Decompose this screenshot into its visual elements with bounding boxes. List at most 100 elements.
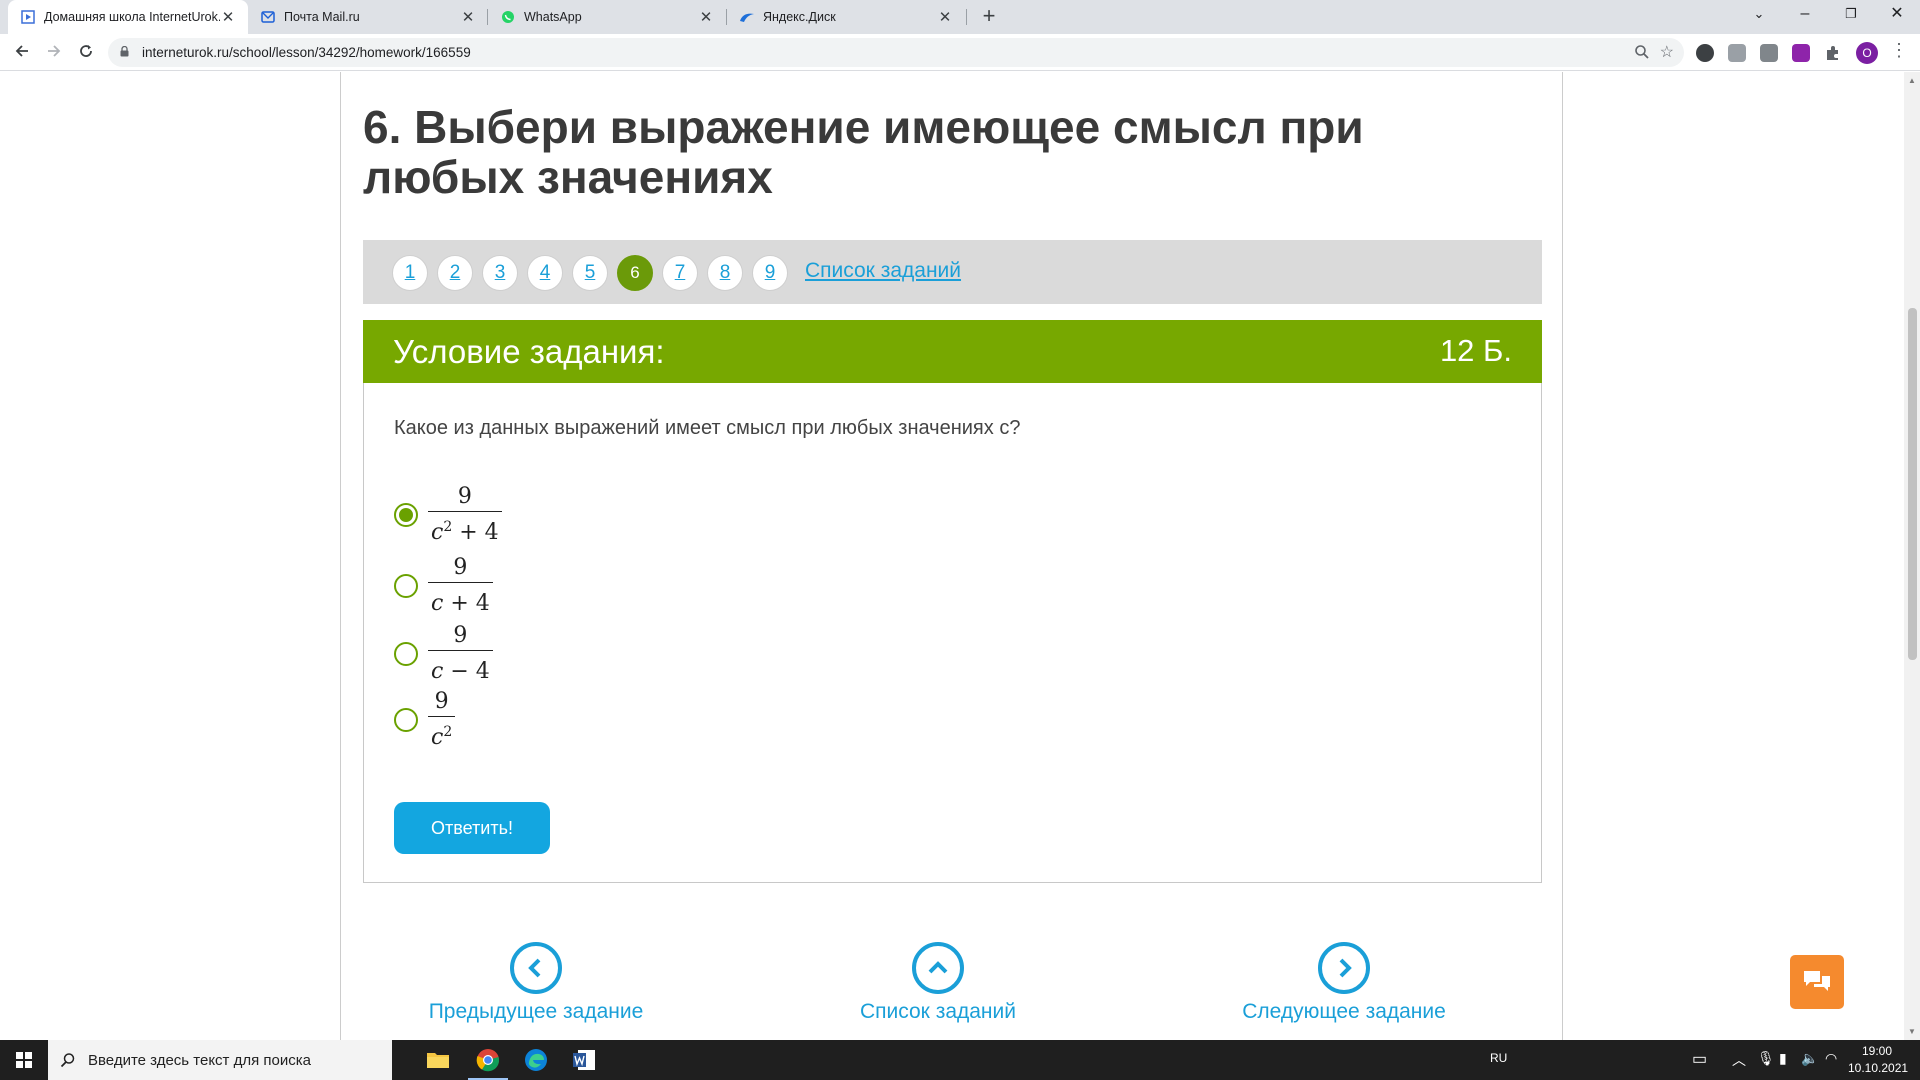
chrome-app[interactable] (464, 1040, 512, 1080)
scroll-down-arrow-icon[interactable]: ▼ (1908, 1027, 1916, 1036)
extension-vpn-icon[interactable] (1792, 44, 1810, 62)
pager-item[interactable]: 9 (752, 255, 788, 291)
close-window-button[interactable]: ✕ (1874, 0, 1920, 30)
arrow-right-icon (48, 45, 61, 57)
radio-button[interactable] (394, 708, 418, 732)
browser-tab-bar: Домашняя школа InternetUrok.ru ✕ Почта M… (0, 0, 1920, 34)
file-explorer-app[interactable] (414, 1040, 462, 1080)
chevron-up-icon (912, 942, 964, 994)
clock-date[interactable]: 10.10.2021 (1848, 1061, 1908, 1075)
pager-item[interactable]: 1 (392, 255, 428, 291)
forward-button[interactable] (40, 39, 68, 67)
keyboard-language[interactable]: RU (1490, 1051, 1507, 1065)
tab-separator (966, 9, 967, 25)
interneturok-favicon-icon (20, 9, 36, 25)
chevron-left-icon (510, 942, 562, 994)
answer-option[interactable]: 9 c − 4 (394, 623, 493, 685)
show-hidden-icons-icon[interactable]: ︿ (1732, 1050, 1746, 1070)
clock-time[interactable]: 19:00 (1862, 1044, 1892, 1058)
search-icon (60, 1053, 75, 1068)
yandex-disk-favicon-icon (739, 9, 755, 25)
pager-item[interactable]: 8 (707, 255, 743, 291)
tab-title: Яндекс.Диск (763, 10, 836, 24)
word-app[interactable] (560, 1040, 608, 1080)
edge-app[interactable] (512, 1040, 560, 1080)
tab-yandex-disk[interactable]: Яндекс.Диск ✕ (727, 0, 965, 34)
lock-icon (120, 46, 129, 57)
microphone-icon[interactable]: 🎙 (1757, 1050, 1775, 1067)
restore-button[interactable]: ❐ (1828, 0, 1874, 30)
pager-item[interactable]: 3 (482, 255, 518, 291)
page-title: 6. Выбери выражение имеющее смысл при лю… (363, 101, 1364, 203)
back-button[interactable] (8, 39, 36, 67)
close-icon[interactable]: ✕ (220, 8, 236, 26)
task-list-link[interactable]: Список заданий (805, 259, 961, 283)
battery-icon[interactable]: ▮ (1779, 1050, 1787, 1067)
extension-shield-icon[interactable] (1696, 44, 1714, 62)
taskbar-search-placeholder: Введите здесь текст для поиска (88, 1051, 311, 1069)
volume-icon[interactable]: 🔈 (1801, 1050, 1818, 1067)
fraction: 9 c + 4 (428, 555, 493, 617)
fraction: 9 c2 (428, 689, 456, 751)
arrow-left-icon (15, 45, 28, 57)
question-text: Какое из данных выражений имеет смысл пр… (394, 417, 1021, 439)
tab-mail[interactable]: Почта Mail.ru ✕ (248, 0, 488, 34)
lesson-panel: 6. Выбери выражение имеющее смысл при лю… (340, 72, 1563, 1040)
zoom-icon[interactable] (1634, 44, 1650, 60)
minimize-button[interactable]: – (1782, 0, 1828, 30)
radio-button[interactable] (394, 574, 418, 598)
extensions-puzzle-icon[interactable] (1824, 44, 1842, 62)
mail-favicon-icon (260, 9, 276, 25)
pager-item-current[interactable]: 6 (617, 255, 653, 291)
browser-menu-icon[interactable]: ⋮ (1890, 40, 1908, 61)
scroll-up-arrow-icon[interactable]: ▲ (1908, 76, 1916, 85)
task-points: 12 Б. (1439, 333, 1512, 368)
extension-screenshot-icon[interactable] (1760, 44, 1778, 62)
start-button[interactable] (0, 1040, 48, 1080)
task-condition-box: Условие задания: 12 Б. Какое из данных в… (363, 320, 1542, 883)
pager-item[interactable]: 7 (662, 255, 698, 291)
taskbar-search[interactable]: Введите здесь текст для поиска (48, 1040, 392, 1080)
prev-task-label: Предыдущее задание (428, 1000, 644, 1023)
pager-item[interactable]: 2 (437, 255, 473, 291)
prev-task-link[interactable]: Предыдущее задание (411, 942, 661, 1024)
input-indicator-icon[interactable]: ▭ (1692, 1049, 1707, 1069)
close-icon[interactable]: ✕ (460, 8, 476, 26)
task-list-bottom-link[interactable]: Список заданий (813, 942, 1063, 1024)
tab-search-chevron-icon[interactable]: ⌄ (1736, 0, 1782, 30)
windows-logo-icon (16, 1052, 32, 1068)
task-header-label: Условие задания: (393, 333, 665, 370)
chat-button[interactable] (1790, 955, 1844, 1009)
url-text: interneturok.ru/school/lesson/34292/home… (142, 45, 471, 60)
next-task-link[interactable]: Следующее задание (1219, 942, 1469, 1024)
reload-icon (80, 45, 92, 57)
chevron-right-icon (1318, 942, 1370, 994)
extension-adblock-icon[interactable] (1728, 44, 1746, 62)
answer-option[interactable]: 9 c2 (394, 689, 456, 751)
folder-icon (427, 1053, 449, 1068)
submit-answer-button[interactable]: Ответить! (394, 802, 550, 854)
fraction: 9 c − 4 (428, 623, 493, 685)
tab-title: WhatsApp (524, 10, 582, 24)
pager-item[interactable]: 4 (527, 255, 563, 291)
new-tab-button[interactable]: + (976, 4, 1002, 30)
edge-icon (525, 1049, 547, 1071)
reload-button[interactable] (72, 39, 100, 67)
close-icon[interactable]: ✕ (698, 8, 714, 26)
tab-whatsapp[interactable]: WhatsApp ✕ (488, 0, 726, 34)
radio-button-checked[interactable] (394, 503, 418, 527)
task-header: Условие задания: 12 Б. (363, 320, 1542, 383)
address-bar[interactable]: interneturok.ru/school/lesson/34292/home… (108, 38, 1684, 67)
chat-bubbles-icon (1804, 971, 1830, 991)
tab-interneturok[interactable]: Домашняя школа InternetUrok.ru ✕ (8, 0, 248, 34)
close-icon[interactable]: ✕ (937, 8, 953, 26)
profile-avatar[interactable]: O (1856, 42, 1878, 64)
pager-item[interactable]: 5 (572, 255, 608, 291)
page-scrollbar[interactable]: ▲ ▼ (1904, 72, 1920, 1040)
answer-option[interactable]: 9 c + 4 (394, 555, 493, 617)
network-icon[interactable]: ◠ (1825, 1050, 1837, 1067)
answer-option[interactable]: 9 c2 + 4 (394, 484, 502, 545)
radio-button[interactable] (394, 642, 418, 666)
bookmark-star-icon[interactable]: ☆ (1660, 42, 1674, 62)
scrollbar-thumb[interactable] (1908, 308, 1917, 660)
